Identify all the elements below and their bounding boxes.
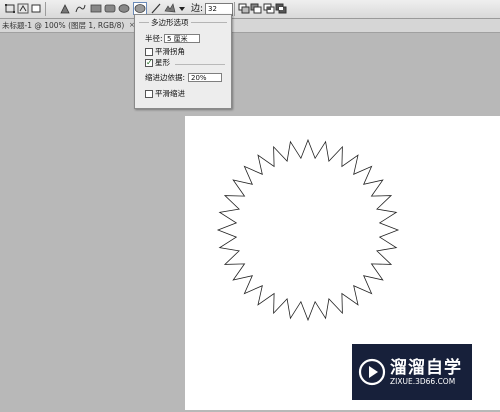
star-checkbox[interactable]: ✓	[145, 59, 153, 67]
radius-input[interactable]: 5 厘米	[164, 34, 200, 43]
fill-pixels-icon[interactable]	[30, 3, 42, 14]
watermark-url: ZIXUE.3D66.COM	[390, 377, 456, 386]
star-outline	[216, 138, 400, 322]
intersect-mode-icon[interactable]	[263, 3, 275, 14]
smooth-indents-label: 平滑缩进	[155, 89, 185, 98]
smooth-corners-checkbox[interactable]	[145, 48, 153, 56]
custom-shape-icon[interactable]	[164, 3, 176, 14]
shape-layers-icon[interactable]	[4, 3, 16, 14]
exclude-mode-icon[interactable]	[275, 3, 287, 14]
smooth-indents-checkbox[interactable]	[145, 90, 153, 98]
toolbar-separator	[45, 2, 46, 16]
radius-label: 半径:	[145, 34, 163, 43]
rounded-rectangle-icon[interactable]	[104, 3, 116, 14]
star-group-divider	[175, 64, 225, 65]
freeform-pen-icon[interactable]	[74, 3, 86, 14]
options-toolbar: 边: 32	[0, 0, 500, 19]
watermark-logo: 溜溜自学 ZIXUE.3D66.COM	[352, 344, 472, 400]
polygon-options-panel: 多边形选项 半径: 5 厘米 平滑拐角 ✓ 星形 缩进边依据: 20% 平滑缩进	[134, 14, 232, 109]
watermark-play-icon	[358, 358, 386, 386]
toolbar-separator	[234, 2, 235, 16]
watermark-title: 溜溜自学	[390, 358, 462, 378]
smooth-corners-label: 平滑拐角	[155, 47, 185, 56]
combine-mode-icon[interactable]	[238, 3, 250, 14]
document-tab[interactable]: 未标题-1 @ 100% (图层 1, RGB/8) ×	[0, 19, 500, 33]
star-label: 星形	[155, 58, 170, 67]
indent-label: 缩进边依据:	[145, 73, 186, 82]
document-title: 未标题-1 @ 100% (图层 1, RGB/8)	[2, 21, 125, 30]
pen-tool-icon[interactable]	[59, 3, 71, 14]
panel-title: 多边形选项	[149, 17, 191, 28]
indent-input[interactable]: 20%	[188, 73, 222, 82]
line-tool-icon[interactable]	[150, 3, 162, 14]
ellipse-tool-icon[interactable]	[118, 3, 130, 14]
subtract-mode-icon[interactable]	[250, 3, 262, 14]
geometry-options-chevron-down-icon[interactable]	[178, 3, 186, 14]
paths-mode-icon[interactable]	[17, 3, 29, 14]
rectangle-tool-icon[interactable]	[90, 3, 102, 14]
